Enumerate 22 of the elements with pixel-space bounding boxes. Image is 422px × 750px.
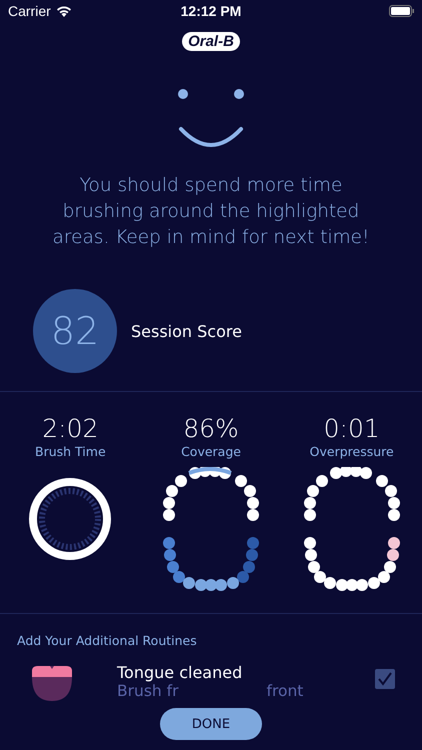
done-button[interactable]: DONE — [160, 708, 262, 740]
stat-value: 0:01 — [324, 414, 380, 443]
routine-description: Brush fr — [117, 682, 178, 700]
routine-title: Tongue cleaned — [117, 663, 244, 682]
stat-value: 86% — [183, 414, 239, 443]
feedback-message: You should spend more time brushing around the highlighted areas. Keep in mind for next time! — [52, 174, 370, 250]
clock-label: 12:12 PM — [180, 3, 242, 19]
carrier-label: Carrier — [8, 3, 51, 19]
score-label: Session Score — [131, 322, 242, 340]
brand-logo: Oral-B — [182, 32, 240, 51]
section-title: Add Your Additional Routines — [17, 633, 197, 648]
smiley-face-icon — [178, 89, 244, 147]
checkbox[interactable] — [375, 669, 395, 689]
stat-label: Brush Time — [35, 444, 106, 459]
tongue-icon — [30, 665, 74, 701]
battery-icon — [389, 5, 414, 17]
wifi-icon — [56, 5, 72, 17]
stat-value: 2:02 — [42, 414, 98, 443]
stat-label: Coverage — [181, 444, 241, 459]
stat-label: Overpressure — [310, 444, 394, 459]
score-value: 82 — [33, 289, 117, 373]
routine-description: front — [266, 682, 304, 700]
